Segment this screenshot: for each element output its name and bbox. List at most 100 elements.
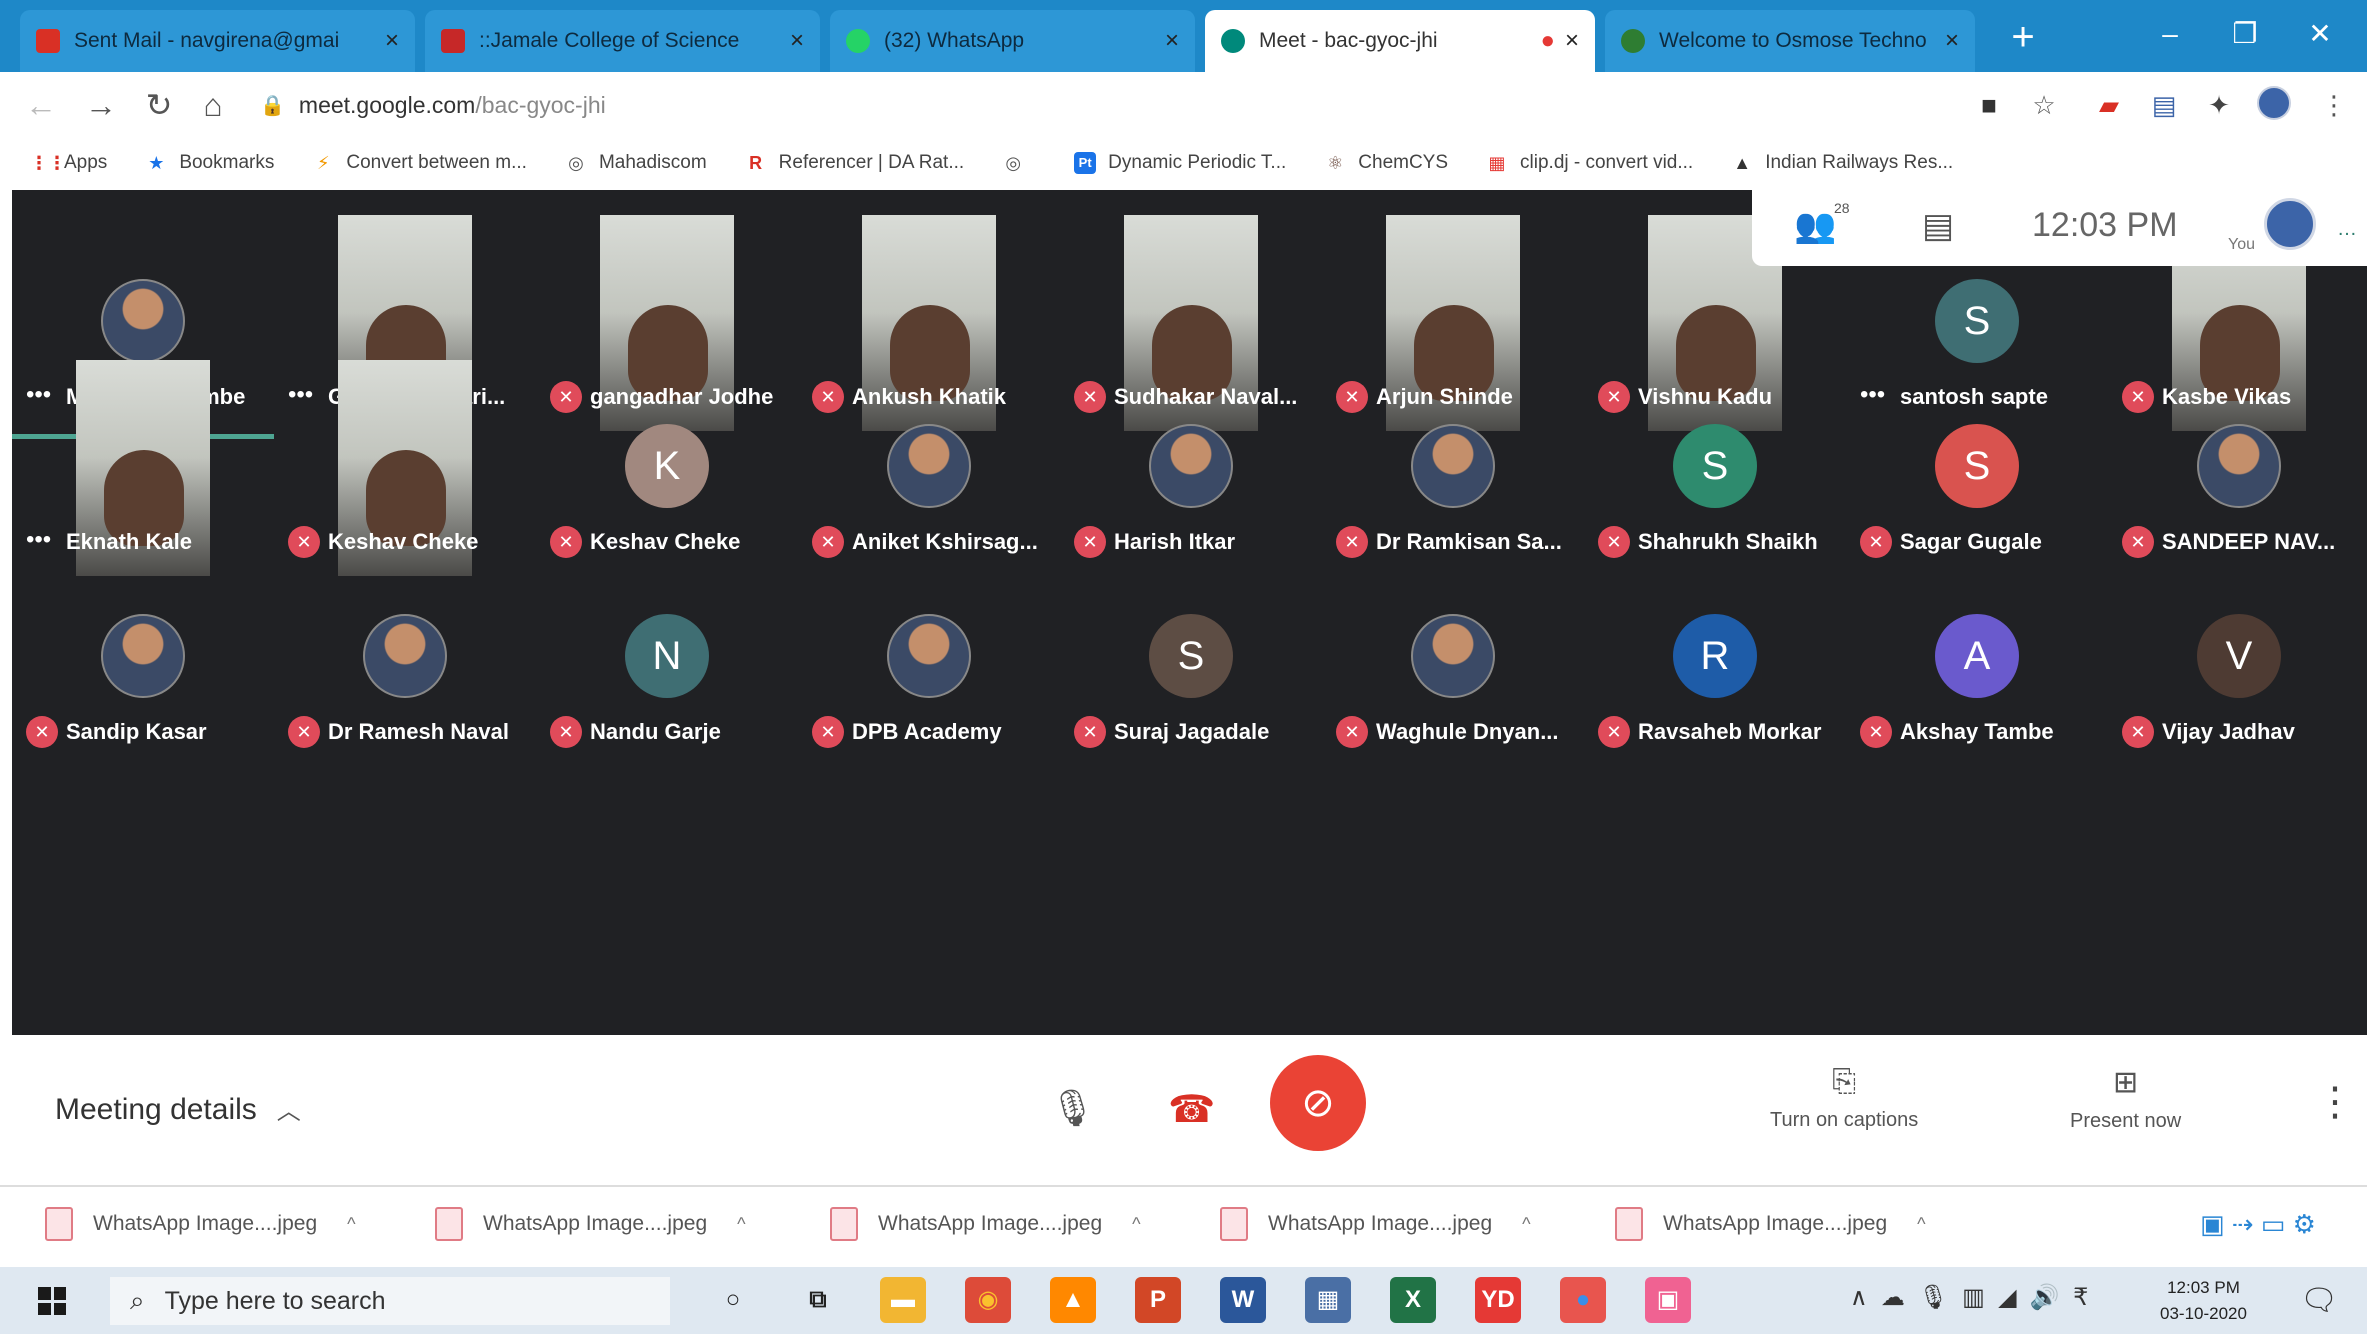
chevron-up-icon[interactable]: ^ [1917, 1214, 1925, 1235]
volume-icon[interactable]: 🔊 [2030, 1284, 2060, 1311]
bookmark-clipdj[interactable]: ▦ clip.dj - convert vid... [1486, 152, 1694, 174]
tab-whatsapp[interactable]: (32) WhatsApp × [830, 10, 1195, 72]
camera-off-icon[interactable]: ⊘ [1270, 1055, 1366, 1151]
participant-tile[interactable]: K ✕ Keshav Cheke [536, 360, 798, 578]
youtube-downloader-icon[interactable]: YD [1475, 1277, 1521, 1323]
participant-tile[interactable]: ✕ Keshav Cheke [274, 360, 536, 578]
meeting-details-button[interactable]: Meeting details ︿ [55, 1091, 301, 1127]
close-tab-icon[interactable]: × [385, 27, 399, 55]
notifications-icon[interactable]: 🗨 [2300, 1283, 2338, 1318]
extensions-puzzle-icon[interactable]: ✦ [2200, 86, 2238, 124]
participant-tile[interactable]: R ✕ Ravsaheb Morkar [1584, 550, 1846, 768]
participant-tile[interactable]: ••• Eknath Kale [12, 360, 274, 578]
camera-indicator-icon[interactable]: ■ [1970, 86, 2008, 124]
chevron-up-icon[interactable]: ^ [1132, 1214, 1140, 1235]
close-tab-icon[interactable]: × [1945, 27, 1959, 55]
participant-tile[interactable]: S ✕ Sagar Gugale [1846, 360, 2108, 578]
tray-apps-icon[interactable]: ▣ ⇢ ▭ ⚙ [2200, 1209, 2316, 1240]
cloud-icon[interactable]: ☁ [1881, 1284, 1905, 1311]
bookmark-convert[interactable]: ⚡ Convert between m... [312, 152, 527, 174]
participant-tile[interactable]: ✕ SANDEEP NAV... [2108, 360, 2367, 578]
browser-menu-icon[interactable]: ⋮ [2315, 86, 2353, 124]
back-icon[interactable]: ← [20, 84, 62, 126]
bookmark-periodic[interactable]: Pt Dynamic Periodic T... [1074, 152, 1286, 174]
tab-meet[interactable]: Meet - bac-gyoc-jhi ● × [1205, 10, 1595, 72]
close-tab-icon[interactable]: × [1165, 27, 1179, 55]
tab-gmail[interactable]: Sent Mail - navgirena@gmai × [20, 10, 415, 72]
participant-tile[interactable]: ✕ Aniket Kshirsag... [798, 360, 1060, 578]
close-tab-icon[interactable]: × [1565, 27, 1579, 55]
participant-tile[interactable]: ✕ Dr Ramesh Naval [274, 550, 536, 768]
participant-tile[interactable]: ✕ Harish Itkar [1060, 360, 1322, 578]
people-icon[interactable]: 👥 [1794, 206, 1836, 246]
cortana-icon[interactable]: ○ [710, 1277, 756, 1323]
address-bar[interactable]: 🔒 meet.google.com/bac-gyoc-jhi [260, 80, 1940, 130]
minimize-icon[interactable]: – [2140, 14, 2200, 54]
file-explorer-icon[interactable]: ▬ [880, 1277, 926, 1323]
extension-save-icon[interactable]: ▤ [2145, 86, 2183, 124]
participant-tile[interactable]: V ✕ Vijay Jadhav [2108, 550, 2367, 768]
chat-icon[interactable]: ▤ [1922, 206, 1954, 246]
bookmark-mahadiscom[interactable]: ◎ Mahadiscom [565, 152, 707, 174]
image-viewer-icon[interactable]: ▣ [1645, 1277, 1691, 1323]
powerpoint-icon[interactable]: P [1135, 1277, 1181, 1323]
bookmark-apps[interactable]: ⋮⋮ Apps [30, 152, 107, 174]
bookmark-chemcys[interactable]: ⚛ ChemCYS [1324, 152, 1448, 174]
bookmark-railways[interactable]: ▲ Indian Railways Res... [1731, 152, 1953, 174]
restore-icon[interactable]: ❐ [2215, 14, 2275, 54]
chevron-up-icon[interactable]: ∧ [1850, 1284, 1868, 1311]
close-tab-icon[interactable]: × [790, 27, 804, 55]
download-item[interactable]: WhatsApp Image....jpeg ^ [830, 1207, 1141, 1241]
paint-icon[interactable]: ● [1560, 1277, 1606, 1323]
reload-icon[interactable]: ↻ [138, 84, 180, 126]
more-dots-icon[interactable]: … [2337, 218, 2357, 241]
chevron-up-icon[interactable]: ^ [347, 1214, 355, 1235]
mic-tray-icon[interactable]: 🎙 [1918, 1284, 1948, 1311]
taskbar-search-box[interactable]: ⌕ Type here to search [110, 1277, 670, 1325]
participant-tile[interactable]: ✕ DPB Academy [798, 550, 1060, 768]
participant-tile[interactable]: A ✕ Akshay Tambe [1846, 550, 2108, 768]
home-icon[interactable]: ⌂ [192, 84, 234, 126]
download-item[interactable]: WhatsApp Image....jpeg ^ [435, 1207, 746, 1241]
microphone-icon[interactable]: 🎙 [1050, 1087, 1096, 1129]
captions-button[interactable]: ⎘ Turn on captions [1770, 1065, 1918, 1132]
participant-tile[interactable]: ✕ Waghule Dnyan... [1322, 550, 1584, 768]
language-icon[interactable]: ₹ [2073, 1284, 2088, 1311]
bookmark-bookmarks[interactable]: ★ Bookmarks [145, 152, 274, 174]
new-tab-icon[interactable]: + [2000, 14, 2046, 60]
bookmark-referencer[interactable]: R Referencer | DA Rat... [745, 152, 964, 174]
present-now-button[interactable]: ⊞ Present now [2070, 1065, 2181, 1133]
participant-letter-avatar: S [1935, 279, 2019, 363]
participant-tile[interactable]: ✕ Sandip Kasar [12, 550, 274, 768]
tab-college[interactable]: ::Jamale College of Science × [425, 10, 820, 72]
chrome-icon[interactable]: ◉ [965, 1277, 1011, 1323]
network-icon[interactable]: ▥ [1962, 1284, 1985, 1311]
windows-start-icon[interactable] [30, 1279, 74, 1323]
vlc-icon[interactable]: ▲ [1050, 1277, 1096, 1323]
participant-tile[interactable]: N ✕ Nandu Garje [536, 550, 798, 768]
hang-up-icon[interactable]: ☎ [1168, 1087, 1215, 1132]
calculator-icon[interactable]: ▦ [1305, 1277, 1351, 1323]
download-item[interactable]: WhatsApp Image....jpeg ^ [1615, 1207, 1926, 1241]
bookmark-globe[interactable]: ◎ [1002, 152, 1036, 174]
chevron-up-icon[interactable]: ^ [737, 1214, 745, 1235]
download-item[interactable]: WhatsApp Image....jpeg ^ [1220, 1207, 1531, 1241]
participant-tile[interactable]: ✕ Dr Ramkisan Sa... [1322, 360, 1584, 578]
participant-tile[interactable]: S ✕ Suraj Jagadale [1060, 550, 1322, 768]
excel-icon[interactable]: X [1390, 1277, 1436, 1323]
forward-icon[interactable]: → [80, 84, 122, 126]
download-item[interactable]: WhatsApp Image....jpeg ^ [45, 1207, 356, 1241]
taskbar-clock[interactable]: 12:03 PM 03-10-2020 [2160, 1275, 2247, 1327]
self-avatar[interactable] [2264, 198, 2316, 250]
profile-avatar-icon[interactable] [2255, 86, 2293, 124]
wifi-icon[interactable]: ◢ [1998, 1284, 2016, 1311]
extension-pdf-icon[interactable]: ▰ [2090, 86, 2128, 124]
word-icon[interactable]: W [1220, 1277, 1266, 1323]
bookmark-star-icon[interactable]: ☆ [2025, 86, 2063, 124]
task-view-icon[interactable]: ⧉ [795, 1277, 841, 1323]
participant-tile[interactable]: S ✕ Shahrukh Shaikh [1584, 360, 1846, 578]
tab-osmose[interactable]: Welcome to Osmose Techno × [1605, 10, 1975, 72]
more-options-icon[interactable]: ⋮ [2315, 1079, 2355, 1125]
close-window-icon[interactable]: ✕ [2290, 14, 2350, 54]
chevron-up-icon[interactable]: ^ [1522, 1214, 1530, 1235]
